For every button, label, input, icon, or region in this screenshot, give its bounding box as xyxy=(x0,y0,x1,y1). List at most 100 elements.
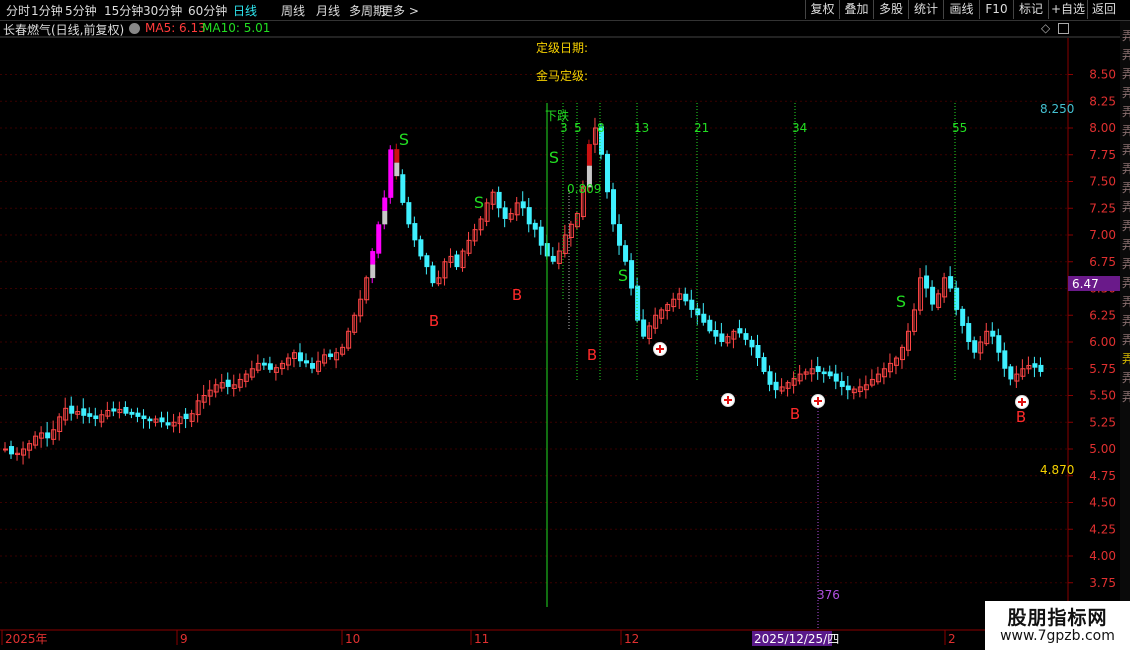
buy-signal: B xyxy=(512,286,522,304)
price-tick-label: 6.75 xyxy=(1089,255,1116,269)
sidebar-glyph: 弄 xyxy=(1122,86,1130,100)
sell-signal: S xyxy=(618,266,628,285)
candle-body xyxy=(183,413,189,420)
sidebar-glyph: 弄 xyxy=(1122,181,1130,195)
low-price-label: 4.870 xyxy=(1040,463,1074,477)
candle-body xyxy=(701,313,707,323)
fib-number-label: 5 xyxy=(574,121,582,135)
candle-body xyxy=(605,153,610,193)
sidebar-glyph: 弄 xyxy=(1122,257,1130,271)
sidebar-glyph: 弄 xyxy=(1122,390,1130,404)
candle-body xyxy=(129,411,135,415)
candle-body xyxy=(165,422,171,426)
date-label: 9 xyxy=(180,632,188,646)
candle-body xyxy=(761,357,767,372)
price-tick-label: 7.25 xyxy=(1089,201,1116,215)
candle-body xyxy=(1008,366,1014,380)
price-tick-label: 8.00 xyxy=(1089,121,1116,135)
candle-body-grey xyxy=(394,162,400,177)
candle-body xyxy=(141,415,147,420)
price-tick-label: 7.00 xyxy=(1089,228,1116,242)
grade-date-label: 定级日期: xyxy=(536,40,588,55)
candle-body xyxy=(310,363,316,369)
fib-number-label: 8 xyxy=(597,121,605,135)
price-tick-label: 8.25 xyxy=(1089,94,1116,108)
fib-number-label: 55 xyxy=(952,121,967,135)
sidebar-glyph: 弄 xyxy=(1122,162,1130,176)
date-label: 10 xyxy=(345,632,360,646)
price-tick-label: 4.50 xyxy=(1089,496,1116,510)
candle-body xyxy=(617,224,623,246)
sidebar-glyph: 弄 xyxy=(1122,200,1130,214)
candle-body xyxy=(400,174,406,203)
price-tick-label: 5.75 xyxy=(1089,362,1116,376)
candle-body xyxy=(707,319,713,332)
candle-body xyxy=(960,308,966,326)
candle-body xyxy=(611,189,617,225)
buy-signal: B xyxy=(790,405,800,423)
sidebar-glyph: 弄 xyxy=(1122,295,1130,309)
candle-body xyxy=(267,363,273,370)
candle-body xyxy=(749,339,755,348)
candle-body xyxy=(1002,350,1008,369)
candle-body xyxy=(304,360,309,364)
fib-number-label: 3 xyxy=(560,121,568,135)
buy-signal: B xyxy=(587,346,597,364)
candle-body xyxy=(924,275,930,289)
candle-body xyxy=(695,308,701,316)
candle-body xyxy=(972,340,978,353)
candle-body xyxy=(496,191,502,209)
crosshair-date-label: 2025/12/25/四 xyxy=(754,632,839,646)
candle-body xyxy=(69,405,75,414)
candle-body xyxy=(45,432,51,439)
price-tick-label: 5.50 xyxy=(1089,389,1116,403)
candle-body xyxy=(388,149,394,198)
price-tick-label: 6.00 xyxy=(1089,335,1116,349)
fib-ratio-label: 0.809 xyxy=(567,182,601,196)
candle-body xyxy=(930,286,936,305)
candle-body xyxy=(406,202,412,225)
kline-chart[interactable]: 8.508.258.007.757.507.257.006.756.506.25… xyxy=(0,0,1130,650)
count-label: 376 xyxy=(817,588,840,602)
candle-body xyxy=(623,245,629,262)
sidebar-glyph: 弄 xyxy=(1122,29,1130,43)
high-price-label: 8.250 xyxy=(1040,102,1074,116)
candle-body xyxy=(382,197,388,211)
candle-body xyxy=(755,345,761,359)
candle-body xyxy=(713,330,719,337)
buy-signal: B xyxy=(1016,408,1026,426)
candle-body xyxy=(833,373,839,382)
candle-body xyxy=(1038,364,1044,372)
candle-body xyxy=(394,149,400,163)
candle-body xyxy=(502,207,508,219)
candle-body xyxy=(966,323,972,342)
sell-signal: S xyxy=(474,193,484,212)
candle-body xyxy=(839,380,845,387)
candle-body xyxy=(773,381,779,391)
sidebar-glyph: 弄 xyxy=(1122,143,1130,157)
price-tick-label: 8.50 xyxy=(1089,68,1116,82)
candle-body xyxy=(418,239,424,257)
price-tick-label: 6.25 xyxy=(1089,308,1116,322)
watermark-url: www.7gpzb.com xyxy=(1000,628,1115,644)
candle-body xyxy=(996,335,1002,353)
candle-body xyxy=(538,226,544,246)
candle-body xyxy=(93,415,99,420)
price-tick-label: 3.75 xyxy=(1089,576,1116,590)
fib-number-label: 21 xyxy=(694,121,709,135)
sidebar-glyph: 弄 xyxy=(1122,48,1130,62)
sidebar-glyph: 弄 xyxy=(1122,276,1130,290)
candle-body xyxy=(424,255,430,268)
price-tick-label: 4.75 xyxy=(1089,469,1116,483)
candle-body xyxy=(815,366,821,372)
candle-body xyxy=(261,362,267,366)
candle-body xyxy=(990,330,996,337)
candle-body xyxy=(520,201,526,209)
sell-signal: S xyxy=(549,148,559,167)
sidebar-glyph: 弄 xyxy=(1122,124,1130,138)
candle-body xyxy=(767,371,773,385)
watermark-logo: 股朋指标网 www.7gpzb.com xyxy=(985,601,1130,650)
candle-body xyxy=(948,276,954,289)
candles xyxy=(3,117,1044,465)
candle-body xyxy=(135,412,141,417)
